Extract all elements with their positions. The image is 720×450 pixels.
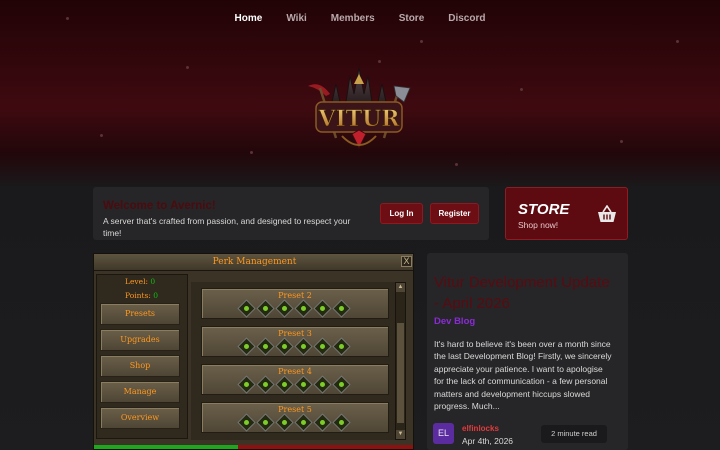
background-star [676, 40, 679, 43]
perk-management-screenshot: Perk Management X Level: 0 Points: 0 Pre… [93, 253, 414, 450]
points-label: Points: [125, 291, 151, 300]
preset-name: Preset 4 [278, 367, 312, 376]
nav-members[interactable]: Members [319, 13, 387, 24]
store-card[interactable]: STORE Shop now! [505, 187, 628, 240]
store-subtitle: Shop now! [518, 220, 559, 230]
perk-menu: Level: 0 Points: 0 Presets Upgrades Shop… [96, 274, 188, 439]
preset-name: Preset 5 [278, 405, 312, 414]
background-star [455, 163, 458, 166]
preset-row: Preset 5 [201, 402, 389, 433]
blog-excerpt: It's hard to believe it's been over a mo… [434, 339, 612, 412]
preset-scrollbar: ▲ ▼ [395, 282, 406, 440]
menu-manage: Manage [100, 381, 180, 403]
scroll-down-icon: ▼ [396, 430, 405, 439]
scroll-up-icon: ▲ [396, 283, 405, 292]
points-stat: Points: 0 [125, 291, 158, 300]
register-button[interactable]: Register [430, 203, 479, 224]
perk-management-title: Perk Management [94, 254, 413, 271]
perk-slots [237, 337, 351, 356]
post-date: Apr 4th, 2026 [462, 436, 514, 446]
background-star [378, 60, 381, 63]
preset-name: Preset 2 [278, 291, 312, 300]
store-title: STORE [518, 201, 570, 218]
read-time-badge: 2 minute read [541, 425, 607, 443]
blog-category[interactable]: Dev Blog [434, 316, 475, 327]
points-value: 0 [153, 291, 159, 300]
close-icon: X [401, 256, 412, 267]
nav-store[interactable]: Store [387, 13, 437, 24]
nav-discord[interactable]: Discord [436, 13, 497, 24]
background-star [620, 140, 623, 143]
nav-wiki[interactable]: Wiki [274, 13, 318, 24]
avatar: EL [433, 423, 454, 444]
level-stat: Level: 0 [125, 277, 155, 286]
perk-slots [237, 375, 351, 394]
preset-name: Preset 3 [278, 329, 312, 338]
menu-presets: Presets [100, 303, 180, 325]
background-star [186, 66, 189, 69]
basket-icon [598, 205, 616, 222]
background-star [100, 134, 103, 137]
level-label: Level: [125, 277, 149, 286]
progress-bar [94, 445, 413, 449]
top-navigation: Home Wiki Members Store Discord [0, 13, 720, 24]
blog-title[interactable]: Vitur Development Update - April 2026 [434, 272, 614, 314]
scroll-thumb [397, 323, 404, 423]
preset-list: Preset 2 Preset 3 Preset 4 Preset 5 [191, 282, 395, 440]
perk-slots [237, 413, 351, 432]
author-name[interactable]: elfinlocks [462, 424, 499, 433]
preset-row: Preset 3 [201, 326, 389, 357]
perk-slots [237, 299, 351, 318]
background-star [420, 40, 423, 43]
level-value: 0 [150, 277, 156, 286]
menu-overview: Overview [100, 407, 180, 429]
nav-home[interactable]: Home [223, 13, 275, 24]
login-button[interactable]: Log In [380, 203, 423, 224]
preset-row: Preset 2 [201, 288, 389, 319]
welcome-title: Welcome to Avernic! [103, 200, 216, 212]
preset-row: Preset 4 [201, 364, 389, 395]
background-star [520, 88, 523, 91]
background-star [250, 151, 253, 154]
progress-bar-fill [94, 445, 239, 449]
menu-upgrades: Upgrades [100, 329, 180, 351]
vitur-logo[interactable]: VITUR [302, 66, 416, 156]
logo-text: VITUR [317, 106, 400, 132]
menu-shop: Shop [100, 355, 180, 377]
welcome-description: A server that's crafted from passion, an… [103, 216, 351, 238]
blog-card[interactable]: Vitur Development Update - April 2026 De… [427, 253, 628, 450]
